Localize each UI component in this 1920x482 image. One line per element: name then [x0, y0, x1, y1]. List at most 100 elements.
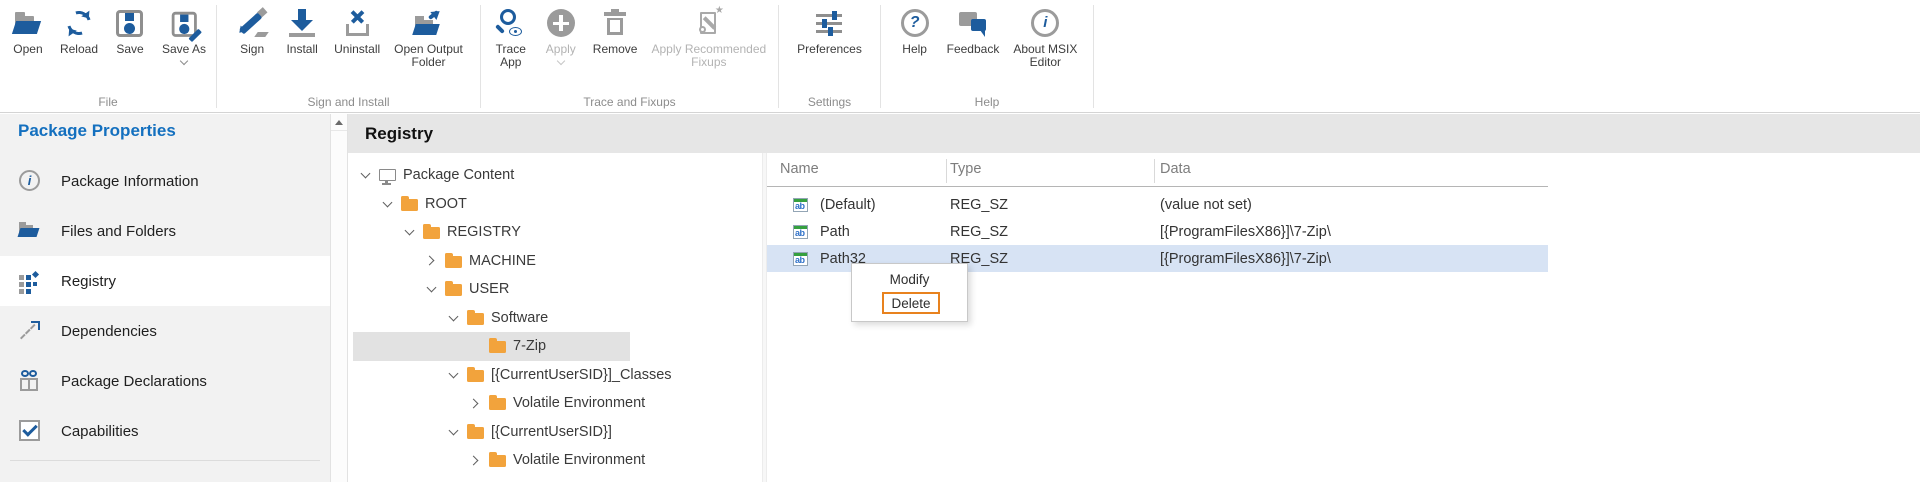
folder-icon [445, 256, 462, 268]
sidebar-item-dependencies[interactable]: Dependencies [0, 306, 330, 356]
ribbon-button-trace-app[interactable]: Trace App [486, 5, 536, 69]
grid-rows: (Default)REG_SZ(value not set) Path REG_SZ… [762, 191, 1548, 272]
value-data-cell: [{ProgramFilesX86}]\7-Zip\ [1160, 251, 1331, 267]
chevron-right-icon[interactable] [426, 256, 436, 266]
ribbon-group-label: File [0, 95, 216, 112]
tree-item-software[interactable]: Software [348, 304, 760, 333]
scrollbar-up-button[interactable] [331, 114, 347, 131]
save-icon [112, 7, 148, 40]
about-icon: i [1027, 7, 1063, 40]
preferences-icon [811, 7, 847, 40]
tree-item-root[interactable]: ROOT [348, 190, 760, 219]
registry-value-row-default[interactable]: (Default)REG_SZ(value not set) [762, 191, 1548, 218]
ribbon-button-reload[interactable]: Reload [53, 5, 105, 56]
tree-item-label: REGISTRY [447, 224, 521, 240]
ribbon-button-help[interactable]: ?Help [890, 5, 940, 56]
ribbon-button-save[interactable]: Save [105, 5, 155, 56]
folder-icon [489, 341, 506, 353]
column-header-type[interactable]: Type [950, 161, 981, 177]
expander-spacer [470, 341, 480, 351]
ribbon-button-open[interactable]: Open [3, 5, 53, 56]
sidebar-item-registry[interactable]: Registry [0, 256, 330, 306]
panel-titlebar: Registry [348, 114, 1920, 153]
dependencies-icon [18, 319, 42, 343]
sidebar-item-label: Files and Folders [61, 223, 176, 240]
folder-icon [467, 370, 484, 382]
sidebar-item-files-and-folders[interactable]: Files and Folders [0, 206, 330, 256]
chevron-down-icon[interactable] [382, 199, 392, 209]
chevron-right-icon[interactable] [470, 398, 480, 408]
context-menu-item-modify[interactable]: Modify [852, 272, 967, 287]
sidebar-item-label: Capabilities [61, 423, 139, 440]
tree-item-package-content[interactable]: Package Content [348, 161, 760, 190]
ribbon-group-separator [1093, 5, 1094, 108]
help-icon: ? [897, 7, 933, 40]
column-header-data[interactable]: Data [1160, 161, 1191, 177]
reload-icon [61, 7, 97, 40]
context-menu-item-delete[interactable]: Delete [882, 292, 940, 314]
column-header-name[interactable]: Name [780, 161, 819, 177]
ribbon-button-install[interactable]: Install [277, 5, 327, 56]
ribbon-button-uninstall[interactable]: Uninstall [327, 5, 387, 56]
tree-item-label: USER [469, 281, 509, 297]
tree-item-7-zip[interactable]: 7-Zip [348, 332, 760, 361]
save-as-icon [166, 7, 202, 40]
sidebar-item-package-declarations[interactable]: Package Declarations [0, 356, 330, 406]
registry-panel: Registry Package Content ROOT REGISTRY MACH… [348, 114, 1920, 482]
chevron-down-icon[interactable] [448, 427, 458, 437]
remove-icon [597, 7, 633, 40]
folder-icon [445, 284, 462, 296]
tree-item-machine[interactable]: MACHINE [348, 247, 760, 276]
value-name-cell: Path [820, 224, 850, 240]
ribbon-button-label: About MSIX Editor [1013, 43, 1077, 69]
page-title: Registry [365, 124, 433, 144]
value-type-cell: REG_SZ [950, 224, 1008, 240]
tree-item-registry[interactable]: REGISTRY [348, 218, 760, 247]
value-data-cell: [{ProgramFilesX86}]\7-Zip\ [1160, 224, 1331, 240]
open-output-folder-icon [411, 7, 447, 40]
folder-icon [489, 398, 506, 410]
chevron-down-icon[interactable] [404, 227, 414, 237]
tree-item-currentusersid[interactable]: [{CurrentUserSID}] [348, 418, 760, 447]
declarations-icon [18, 369, 42, 393]
ribbon-button-save-as[interactable]: Save As [155, 5, 213, 64]
ribbon-button-open-output-folder[interactable]: Open Output Folder [387, 5, 470, 69]
reg-sz-icon [793, 225, 808, 239]
info-icon: i [18, 169, 42, 193]
sidebar-scrollbar[interactable] [330, 114, 348, 482]
tree-grid-splitter[interactable] [762, 153, 767, 482]
ribbon-button-sign[interactable]: Sign [227, 5, 277, 56]
ribbon-toolbar: Open ReloadSaveSave As File SignInstall Unin… [0, 0, 1920, 113]
sidebar-item-package-information[interactable]: iPackage Information [0, 156, 330, 206]
tree-item-label: Volatile Environment [513, 452, 645, 468]
ribbon-button-label: Uninstall [334, 43, 380, 56]
ribbon-button-preferences[interactable]: Preferences [790, 5, 869, 56]
tree-item-volatile-environment[interactable]: Volatile Environment [348, 446, 760, 475]
ribbon-button-label: Open Output Folder [394, 43, 463, 69]
ribbon-group-file: Open ReloadSaveSave As File [0, 0, 216, 112]
tree-item-label: [{CurrentUserSID}] [491, 424, 612, 440]
tree-item-label: ROOT [425, 196, 467, 212]
chevron-down-icon[interactable] [426, 284, 436, 294]
registry-value-row-path[interactable]: Path REG_SZ [{ProgramFilesX86}]\7-Zip\ [762, 218, 1548, 245]
chevron-down-icon [557, 57, 565, 65]
chevron-down-icon[interactable] [448, 370, 458, 380]
ribbon-button-label: Open [13, 43, 42, 56]
ribbon-button-remove[interactable]: Remove [586, 5, 645, 56]
capabilities-icon [18, 419, 42, 443]
chevron-down-icon[interactable] [360, 170, 370, 180]
ribbon-button-label: Preferences [797, 43, 862, 56]
tree-item-volatile-environment[interactable]: Volatile Environment [348, 389, 760, 418]
chevron-down-icon[interactable] [448, 313, 458, 323]
tree-item-user[interactable]: USER [348, 275, 760, 304]
folder-icon [401, 199, 418, 211]
chevron-right-icon[interactable] [470, 455, 480, 465]
sidebar-item-label: Dependencies [61, 323, 157, 340]
ribbon-button-about-msix-editor[interactable]: i About MSIX Editor [1006, 5, 1084, 69]
ribbon-button-feedback[interactable]: Feedback [940, 5, 1007, 56]
sidebar-item-capabilities[interactable]: Capabilities [0, 406, 330, 456]
folder-icon [467, 427, 484, 439]
tree-item-currentusersid-classes[interactable]: [{CurrentUserSID}]_Classes [348, 361, 760, 390]
scroll-up-icon [335, 116, 343, 125]
trace-app-icon [493, 7, 529, 40]
